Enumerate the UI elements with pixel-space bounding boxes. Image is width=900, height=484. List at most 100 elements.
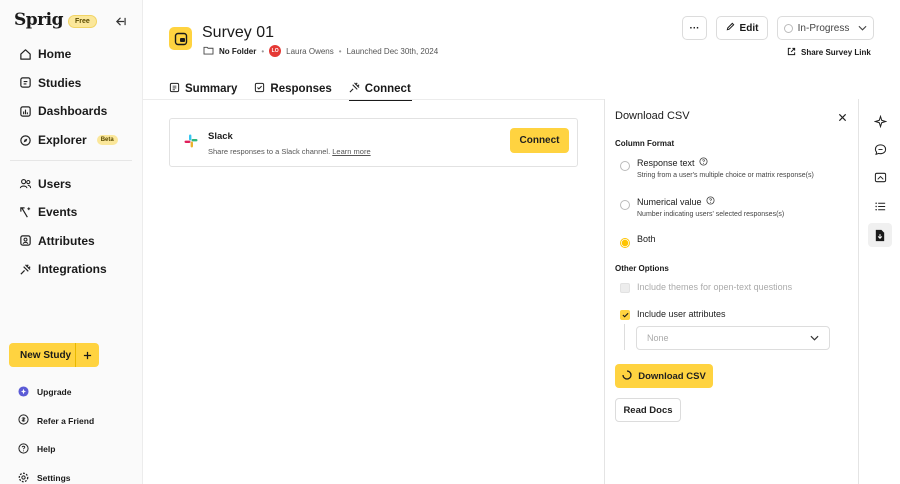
share-survey-link[interactable]: Share Survey Link <box>787 47 871 58</box>
sidebar-item-label: Explorer <box>38 133 87 148</box>
survey-meta: No Folder • LO Laura Owens • Launched De… <box>203 45 438 57</box>
option-description: Number indicating users' selected respon… <box>637 211 785 218</box>
list-icon[interactable] <box>868 194 892 218</box>
sidebar-item-events[interactable]: Events <box>0 198 142 227</box>
close-icon[interactable] <box>838 111 848 122</box>
radio-response-text[interactable] <box>620 161 630 171</box>
sidebar-item-attributes[interactable]: Attributes <box>0 227 142 256</box>
footer-label: Settings <box>37 473 71 484</box>
refer-icon <box>18 414 29 427</box>
radio-both[interactable] <box>620 238 630 248</box>
tab-summary[interactable]: Summary <box>169 79 238 99</box>
slack-desc-text: Share responses to a Slack channel. <box>208 147 331 156</box>
comments-icon[interactable] <box>868 137 892 161</box>
sidebar-item-upgrade[interactable]: Upgrade <box>0 378 142 407</box>
survey-type-icon <box>169 27 192 50</box>
connect-button[interactable]: Connect <box>510 128 569 153</box>
sidebar-item-studies[interactable]: Studies <box>0 69 142 98</box>
indent-guide <box>624 324 625 350</box>
sidebar-item-help[interactable]: Help <box>0 435 142 464</box>
column-format-label: Column Format <box>615 139 675 148</box>
more-options-button[interactable]: ··· <box>682 16 707 40</box>
download-csv-panel: Download CSV Column Format Response text… <box>604 99 858 484</box>
plan-badge: Free <box>68 15 97 28</box>
option-label: Both <box>637 234 656 244</box>
question-circle-icon[interactable] <box>706 196 715 207</box>
sidebar-divider <box>10 160 132 162</box>
meta-separator: • <box>338 46 342 56</box>
sidebar-item-dashboards[interactable]: Dashboards <box>0 97 142 126</box>
chevron-down-icon <box>810 333 819 343</box>
right-tool-rail <box>858 99 900 484</box>
download-label: Download CSV <box>638 370 706 382</box>
include-themes-label: Include themes for open-text questions <box>637 282 793 292</box>
option-numerical-value[interactable]: Numerical value Number indicating users'… <box>620 196 784 218</box>
option-response-text[interactable]: Response text String from a user's multi… <box>620 157 814 179</box>
sidebar-item-label: Events <box>38 205 78 220</box>
slack-description: Share responses to a Slack channel. Lear… <box>208 147 371 156</box>
edit-label: Edit <box>739 22 759 34</box>
option-label: Numerical value <box>637 196 702 207</box>
sidebar-item-home[interactable]: Home <box>0 40 142 69</box>
attributes-select[interactable]: None <box>636 326 830 350</box>
page-title: Survey 01 <box>202 24 275 41</box>
explorer-icon <box>18 133 32 147</box>
dashboards-icon <box>18 104 32 118</box>
other-options-label: Other Options <box>615 264 669 273</box>
include-attributes-checkbox[interactable] <box>620 310 630 320</box>
edit-button[interactable]: Edit <box>716 16 768 40</box>
sidebar-item-label: Users <box>38 176 72 191</box>
include-attributes-label: Include user attributes <box>637 309 726 319</box>
attributes-select-value: None <box>647 333 669 343</box>
sidebar-item-refer[interactable]: Refer a Friend <box>0 407 142 436</box>
folder-icon <box>203 46 214 57</box>
sidebar-nav: Home Studies Dashboards Explorer Beta Us… <box>0 40 142 284</box>
tab-label: Responses <box>270 83 332 95</box>
sidebar-item-label: Home <box>38 47 72 62</box>
collapse-sidebar-icon[interactable] <box>113 14 127 28</box>
survey-tabs: Summary Responses Connect <box>169 79 412 101</box>
sprig-logo[interactable]: Sprig <box>14 10 63 30</box>
slack-title: Slack <box>208 131 233 142</box>
sidebar-item-label: Studies <box>38 75 82 90</box>
include-themes-checkbox[interactable] <box>620 283 630 293</box>
new-study-button[interactable]: New Study <box>9 343 99 367</box>
plus-icon[interactable] <box>75 343 99 367</box>
read-docs-button[interactable]: Read Docs <box>615 398 681 422</box>
sidebar-item-settings[interactable]: Settings <box>0 464 142 484</box>
footer-label: Upgrade <box>37 387 72 398</box>
new-study-label: New Study <box>20 349 72 361</box>
question-circle-icon[interactable] <box>699 157 708 168</box>
events-icon <box>18 205 32 219</box>
tab-label: Connect <box>364 83 411 95</box>
footer-label: Refer a Friend <box>37 415 95 426</box>
share-label: Share Survey Link <box>801 48 871 57</box>
avatar: LO <box>269 45 282 57</box>
spinner-icon <box>622 369 632 383</box>
ai-sparkle-icon[interactable] <box>868 109 892 133</box>
upgrade-icon <box>18 386 29 399</box>
pencil-icon <box>726 22 735 34</box>
footer-label: Help <box>37 444 56 455</box>
home-icon <box>18 47 32 61</box>
sidebar-item-label: Dashboards <box>38 104 108 119</box>
connect-icon <box>349 82 360 96</box>
tab-connect[interactable]: Connect <box>348 79 412 101</box>
radio-numerical-value[interactable] <box>620 200 630 210</box>
sidebar-item-explorer[interactable]: Explorer Beta <box>0 126 142 155</box>
integrations-icon <box>18 262 32 276</box>
learn-more-link[interactable]: Learn more <box>332 147 370 156</box>
slack-icon <box>184 134 198 148</box>
folder-link[interactable]: No Folder <box>219 47 256 56</box>
sidebar-item-users[interactable]: Users <box>0 169 142 198</box>
download-csv-button[interactable]: Download CSV <box>615 364 713 388</box>
tab-responses[interactable]: Responses <box>254 79 332 99</box>
attributes-icon <box>18 234 32 248</box>
replay-icon[interactable] <box>868 165 892 189</box>
status-dropdown[interactable]: In-Progress <box>777 16 874 40</box>
sidebar-footer: Upgrade Refer a Friend Help Settings <box>0 378 142 484</box>
option-both[interactable]: Both <box>620 234 656 248</box>
sidebar-item-integrations[interactable]: Integrations <box>0 255 142 284</box>
download-file-icon[interactable] <box>868 223 892 247</box>
help-icon <box>18 443 29 456</box>
